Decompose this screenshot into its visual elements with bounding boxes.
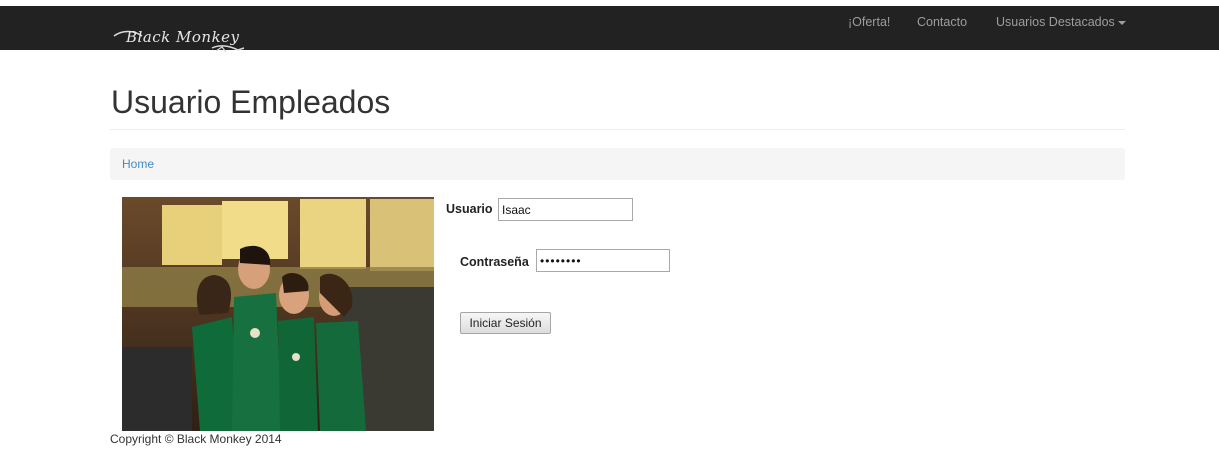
iniciar-sesion-button[interactable]: Iniciar Sesión [460, 312, 551, 334]
nav-usuarios-destacados[interactable]: Usuarios Destacados [996, 15, 1126, 29]
usuario-label: Usuario [446, 202, 493, 216]
nav-usuarios-destacados-label: Usuarios Destacados [996, 15, 1115, 29]
divider [110, 129, 1125, 130]
nav-contacto[interactable]: Contacto [917, 15, 967, 29]
employees-photo-image [122, 197, 434, 431]
contrasena-input[interactable] [536, 249, 670, 272]
usuario-input[interactable] [498, 198, 633, 221]
brand-logo[interactable]: Black Monkey [112, 18, 262, 54]
page-title: Usuario Empleados [111, 84, 391, 120]
nav-oferta[interactable]: ¡Oferta! [848, 15, 890, 29]
contrasena-label: Contraseña [460, 255, 529, 269]
caret-down-icon [1117, 20, 1126, 25]
footer-copyright: Copyright © Black Monkey 2014 [110, 432, 282, 446]
employees-photo [122, 197, 434, 431]
breadcrumb: Home [110, 148, 1125, 180]
breadcrumb-home-link[interactable]: Home [122, 157, 154, 171]
brand-name: Black Monkey [126, 28, 240, 46]
